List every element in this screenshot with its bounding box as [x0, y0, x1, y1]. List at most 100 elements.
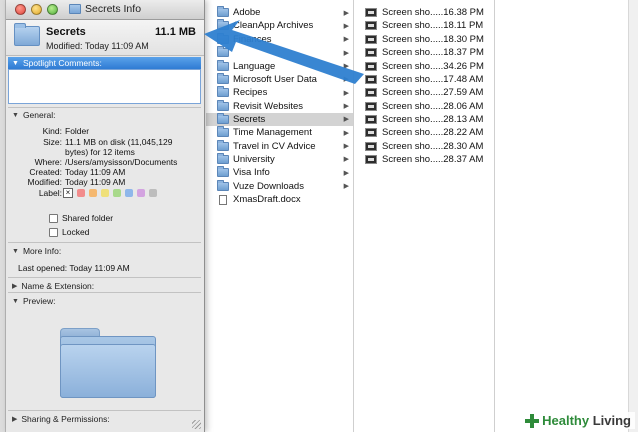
spotlight-comments-header[interactable]: ▼ Spotlight Comments: [8, 57, 201, 69]
finder-row[interactable]: Vuze Downloads ▶ [206, 179, 353, 193]
finder-row[interactable]: Screen sho.....28.13 AM [355, 113, 494, 126]
divider [8, 410, 201, 411]
no-label-icon[interactable]: × [63, 188, 73, 198]
folder-icon [217, 6, 229, 18]
finder-row[interactable]: Screen sho.....28.37 AM [355, 153, 494, 166]
sharing-permissions-section-header[interactable]: ▶ Sharing & Permissions: [12, 414, 110, 424]
finder-row-label: Revisit Websites [233, 100, 304, 112]
finder-row[interactable]: Screen sho.....27.59 AM [355, 86, 494, 99]
divider [8, 107, 201, 108]
finder-row[interactable]: Screen sho.....17.48 AM [355, 73, 494, 86]
finder-row[interactable]: ▶ [206, 46, 353, 59]
locked-checkbox[interactable]: Locked [49, 227, 89, 237]
label-color-picker[interactable]: × [63, 188, 157, 198]
disclosure-triangle-icon[interactable]: ▶ [12, 282, 17, 290]
image-file-icon [365, 48, 377, 58]
folder-icon [217, 32, 229, 44]
disclosure-triangle-icon[interactable]: ▼ [12, 60, 19, 67]
finder-row[interactable]: Revisit Websites ▶ [206, 99, 353, 112]
folder-icon [69, 4, 81, 14]
finder-row[interactable]: CleanApp Archives ▶ [206, 19, 353, 32]
divider [8, 242, 201, 243]
label-color-swatch[interactable] [149, 189, 157, 197]
shared-folder-label: Shared folder [62, 213, 114, 223]
finder-row[interactable]: XmasDraft.docx [206, 193, 353, 206]
disclosure-triangle-icon[interactable]: ▼ [12, 112, 19, 119]
label-color-swatch[interactable] [113, 189, 121, 197]
finder-row[interactable]: Screen sho.....34.26 PM [355, 59, 494, 72]
label-color-swatch[interactable] [77, 189, 85, 197]
finder-row[interactable]: Screen sho.....28.22 AM [355, 126, 494, 139]
finder-column-secrets[interactable]: Screen sho.....16.38 PM Screen sho.....18… [355, 0, 495, 432]
label-color-swatch[interactable] [125, 189, 133, 197]
minimize-button[interactable] [31, 4, 42, 15]
finder-row-label: Screen sho.....28.37 AM [382, 153, 484, 165]
checkbox-icon[interactable] [49, 213, 58, 223]
modified-value: Today 11:09 AM [65, 177, 126, 187]
finder-row-label: Secrets [233, 113, 266, 125]
more-info-section-header[interactable]: ▼ More Info: [12, 246, 61, 256]
image-file-icon [365, 8, 377, 18]
finder-row-label: XmasDraft.docx [233, 194, 301, 206]
finder-row-label: Time Management [233, 127, 312, 139]
general-section-header[interactable]: ▼ General: [12, 110, 56, 120]
folder-icon [14, 23, 40, 46]
close-button[interactable] [15, 4, 26, 15]
finder-row-label: Adobe [233, 7, 261, 19]
spotlight-comments-field[interactable] [8, 69, 201, 104]
chevron-right-icon: ▶ [343, 156, 349, 164]
finder-row-label: University [233, 153, 275, 165]
name-extension-section-header[interactable]: ▶ Name & Extension: [12, 281, 94, 291]
finder-row[interactable]: Visa Info ▶ [206, 166, 353, 179]
finder-row[interactable]: Secrets ▶ [206, 112, 353, 127]
finder-row[interactable]: Microsoft User Data ▶ [206, 72, 353, 86]
watermark-text-2: Living [589, 413, 631, 428]
locked-label: Locked [62, 227, 90, 237]
image-file-icon [365, 154, 377, 164]
folder-icon [217, 59, 229, 71]
created-key: Created: [29, 167, 62, 177]
label-color-swatch[interactable] [89, 189, 97, 197]
finder-column-documents[interactable]: Adobe ▶ CleanApp Archives ▶ Finances ▶ ▶ Langua… [206, 0, 354, 432]
shared-folder-checkbox[interactable]: Shared folder [49, 213, 113, 223]
size-value-cont: bytes) for 12 items [65, 147, 135, 157]
disclosure-triangle-icon[interactable]: ▼ [12, 248, 19, 255]
folder-icon [217, 179, 229, 191]
finder-row[interactable]: Screen sho.....28.06 AM [355, 99, 494, 112]
title-bar[interactable]: Secrets Info [6, 0, 204, 20]
finder-row[interactable]: University ▶ [206, 152, 353, 166]
resize-grip-icon[interactable] [192, 420, 201, 429]
finder-row[interactable]: Recipes ▶ [206, 86, 353, 99]
chevron-right-icon: ▶ [343, 116, 349, 124]
chevron-right-icon: ▶ [343, 36, 349, 44]
disclosure-triangle-icon[interactable]: ▼ [12, 298, 19, 305]
finder-row[interactable]: Travel in CV Advice ▶ [206, 139, 353, 153]
checkbox-icon[interactable] [49, 227, 58, 237]
finder-row[interactable]: Adobe ▶ [206, 6, 353, 19]
scroll-edge[interactable] [628, 0, 638, 432]
preview-section-header[interactable]: ▼ Preview: [12, 296, 56, 306]
chevron-right-icon: ▶ [343, 143, 349, 151]
finder-row[interactable]: Screen sho.....18.37 PM [355, 46, 494, 59]
where-key: Where: [34, 157, 62, 167]
zoom-button[interactable] [47, 4, 58, 15]
label-key: Label: [38, 188, 62, 198]
finder-column-preview [496, 0, 638, 432]
finder-row[interactable]: Screen sho.....18.30 PM [355, 33, 494, 46]
finder-row[interactable]: Finances ▶ [206, 32, 353, 46]
divider [8, 292, 201, 293]
finder-row-label: Screen sho.....27.59 AM [382, 87, 484, 99]
finder-row[interactable]: Screen sho.....16.38 PM [355, 6, 494, 19]
finder-row[interactable]: Screen sho.....18.11 PM [355, 19, 494, 32]
finder-row[interactable]: Language ▶ [206, 59, 353, 72]
disclosure-triangle-icon[interactable]: ▶ [12, 415, 17, 423]
finder-row-label: CleanApp Archives [233, 20, 314, 32]
finder-row[interactable]: Screen sho.....28.30 AM [355, 140, 494, 153]
finder-row[interactable]: Time Management ▶ [206, 126, 353, 139]
chevron-right-icon: ▶ [343, 169, 349, 177]
folder-icon [217, 152, 229, 164]
label-color-swatch[interactable] [137, 189, 145, 197]
label-color-swatch[interactable] [101, 189, 109, 197]
last-opened: Last opened: Today 11:09 AM [18, 263, 130, 273]
finder-row-label: Language [233, 60, 276, 72]
